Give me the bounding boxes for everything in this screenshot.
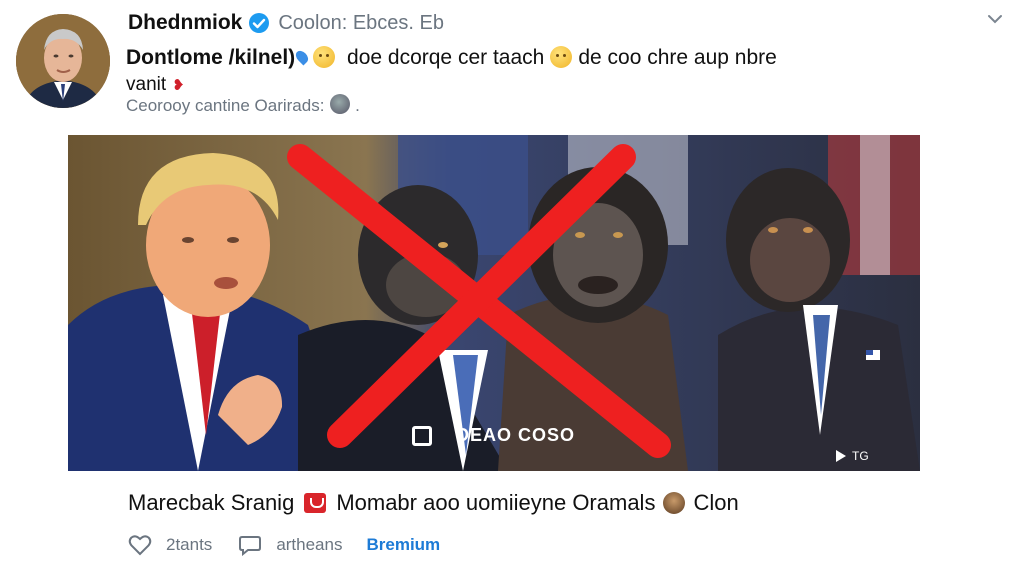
- media-tag-text: TG: [852, 449, 869, 463]
- smiley-emoji-icon: [550, 46, 573, 68]
- droplet-emoji-icon: [293, 48, 311, 66]
- media-caption-text: DEAO COSO: [456, 425, 576, 445]
- globe-emoji-icon: [330, 94, 351, 114]
- post-header: Dhednmiok Coolon: Ebces. Eb: [128, 10, 444, 36]
- author-avatar[interactable]: [16, 14, 110, 108]
- trailing-dot: .: [355, 96, 360, 115]
- post-card: Dhednmiok Coolon: Ebces. Eb Dontlome /ki…: [0, 0, 1024, 576]
- post-actions: 2tants artheans Bremium: [128, 534, 440, 556]
- post-text-line-2: vanit ❥: [126, 74, 185, 96]
- caption-text: Momabr aoo uomiieyne Oramals: [336, 490, 656, 515]
- post-text-line-1: Dontlome /kilnel) doe dcorqe cer taach de…: [126, 46, 777, 70]
- post-text-line-3-text: Ceorooy cantine Oarirads:: [126, 96, 325, 115]
- caption-label: Marecbak Sranig: [128, 490, 295, 515]
- post-text-bold: Dontlome /kilnel): [126, 46, 296, 69]
- post-text-line-3: Ceorooy cantine Oarirads: .: [126, 94, 360, 116]
- heart-icon: [128, 535, 152, 556]
- author-handle[interactable]: Coolon: Ebces. Eb: [278, 12, 444, 35]
- red-heart-emoji-icon: ❥: [172, 77, 185, 94]
- premium-link[interactable]: Bremium: [366, 535, 440, 555]
- link-caption-row[interactable]: Marecbak Sranig Momabr aoo uomiieyne Ora…: [128, 490, 739, 516]
- media-tag[interactable]: TG: [836, 449, 869, 463]
- premium-label: Bremium: [366, 535, 441, 554]
- post-media-image[interactable]: [68, 135, 920, 471]
- mini-avatar-icon: [663, 492, 686, 514]
- play-icon: [836, 450, 846, 462]
- media-caption: DEAO COSO: [412, 425, 575, 446]
- post-text-tail: de coo chre aup nbre: [578, 46, 777, 69]
- smiley-emoji-icon: [313, 46, 336, 68]
- red-tag-icon: [304, 493, 327, 513]
- author-name[interactable]: Dhednmiok: [128, 11, 242, 35]
- comment-count: artheans: [276, 535, 343, 554]
- more-options-chevron-icon[interactable]: [984, 8, 1006, 30]
- like-button[interactable]: 2tants: [128, 534, 212, 556]
- verified-badge-icon: [249, 13, 270, 33]
- record-icon: [412, 425, 432, 446]
- post-text-middle: doe dcorqe cer taach: [347, 46, 545, 69]
- post-text-line-2-text: vanit: [126, 74, 167, 95]
- caption-tail: Clon: [693, 490, 739, 515]
- media-illustration: [68, 135, 920, 471]
- like-count: 2tants: [166, 535, 213, 554]
- comment-icon: [239, 536, 262, 556]
- comment-button[interactable]: artheans: [238, 534, 342, 556]
